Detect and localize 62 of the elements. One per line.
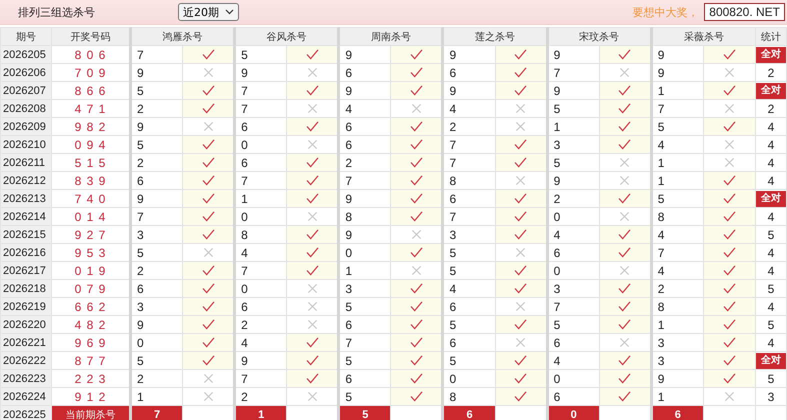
hit-count: 4 — [768, 246, 774, 260]
current-kill-label: 当前期杀号 — [52, 406, 130, 420]
hit-count: 5 — [768, 282, 774, 296]
current-kill-number: 0 — [547, 406, 600, 420]
column-header: 采薇杀号 — [651, 28, 756, 46]
period-cell: 2026211 — [0, 154, 52, 172]
period-cell: 2026224 — [0, 388, 52, 406]
period-cell: 2026210 — [0, 136, 52, 154]
column-header: 谷风杀号 — [234, 28, 339, 46]
column-header: 周南杀号 — [338, 28, 443, 46]
hit-count: 5 — [768, 372, 774, 386]
site-link[interactable]: 800820. NET — [704, 3, 785, 21]
hit-count: 5 — [768, 228, 774, 242]
hit-count: 4 — [768, 138, 774, 152]
period-cell: 2026217 — [0, 262, 52, 280]
period-cell: 2026206 — [0, 64, 52, 82]
period-cell: 2026215 — [0, 226, 52, 244]
period-cell: 2026208 — [0, 100, 52, 118]
period-cell: 2026213 — [0, 190, 52, 208]
period-cell: 2026216 — [0, 244, 52, 262]
period-cell: 2026222 — [0, 352, 52, 370]
column-header: 开奖号码 — [52, 28, 130, 46]
hit-count: 4 — [768, 210, 774, 224]
page-title: 排列三组选杀号 — [18, 4, 96, 20]
hit-count: 4 — [768, 174, 774, 188]
period-cell: 2026220 — [0, 316, 52, 334]
current-kill-number: 6 — [442, 406, 496, 420]
column-header: 宋玟杀号 — [547, 28, 652, 46]
period-dropdown[interactable]: 近20期 — [178, 3, 239, 21]
hit-count: 4 — [768, 120, 774, 134]
current-kill-number: 6 — [651, 406, 704, 420]
hit-count: 4 — [768, 300, 774, 314]
hit-count: 4 — [768, 264, 774, 278]
caret-icon — [225, 9, 234, 15]
period-cell: 2026212 — [0, 172, 52, 190]
full-hit-badge: 全对 — [756, 190, 786, 206]
column-header: 鸿雁杀号 — [130, 28, 235, 46]
period-cell: 2026225 — [0, 406, 52, 420]
period-cell: 2026205 — [0, 46, 52, 64]
hit-count: 3 — [768, 390, 774, 404]
full-hit-badge: 全对 — [756, 46, 786, 62]
hit-count: 4 — [768, 336, 774, 350]
column-header: 统计 — [756, 28, 786, 46]
column-header: 期号 — [0, 28, 52, 46]
hit-count: 2 — [768, 102, 774, 116]
column-header: 莲之杀号 — [442, 28, 548, 46]
current-kill-number: 7 — [130, 406, 183, 420]
slogan-text: 要想中大奖， — [632, 4, 698, 20]
period-cell: 2026223 — [0, 370, 52, 388]
period-cell: 2026207 — [0, 82, 52, 100]
period-cell: 2026209 — [0, 118, 52, 136]
current-kill-number: 5 — [338, 406, 391, 420]
period-cell: 2026218 — [0, 280, 52, 298]
period-cell: 2026214 — [0, 208, 52, 226]
full-hit-badge: 全对 — [756, 352, 786, 368]
period-cell: 2026221 — [0, 334, 52, 352]
hit-count: 5 — [768, 318, 774, 332]
hit-count: 4 — [768, 156, 774, 170]
period-cell: 2026219 — [0, 298, 52, 316]
hit-count: 2 — [768, 66, 774, 80]
full-hit-badge: 全对 — [756, 82, 786, 98]
current-kill-number: 1 — [234, 406, 287, 420]
